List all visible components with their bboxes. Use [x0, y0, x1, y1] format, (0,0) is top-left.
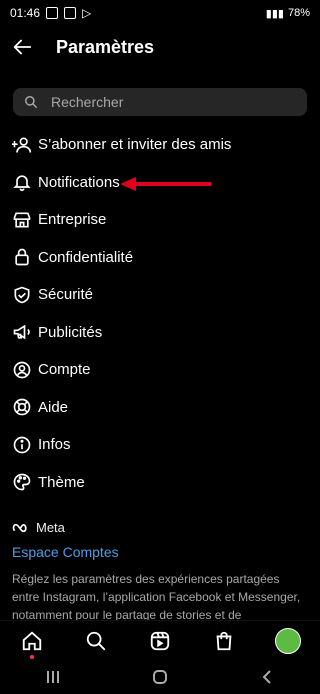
- reels-icon: [150, 631, 170, 651]
- accounts-center-description: Réglez les paramètres des expériences pa…: [12, 572, 301, 622]
- menu-item-theme[interactable]: Thème: [0, 464, 320, 502]
- menu-item-privacy[interactable]: Confidentialité: [0, 239, 320, 277]
- recent-apps-icon: [47, 671, 60, 683]
- menu-item-label: Confidentialité: [38, 248, 134, 266]
- avatar: [275, 628, 301, 654]
- search-icon: [23, 94, 39, 110]
- menu-item-security[interactable]: Sécurité: [0, 276, 320, 314]
- search-icon: [86, 631, 106, 651]
- shop-icon: [12, 210, 32, 230]
- meta-wordmark: Meta: [36, 520, 65, 535]
- notification-dot: [30, 655, 34, 659]
- play-store-icon: ▷: [82, 6, 92, 20]
- lock-icon: [12, 247, 32, 267]
- shopping-bag-icon: [216, 631, 232, 651]
- status-bar: 01:46 ▷ ▮▮▮ 78%: [0, 0, 320, 26]
- search-input[interactable]: [49, 93, 283, 111]
- account-icon: [12, 360, 32, 380]
- info-icon: [12, 435, 32, 455]
- bell-icon: [12, 172, 32, 192]
- megaphone-icon: [12, 322, 32, 342]
- battery-level: 78%: [287, 7, 310, 19]
- annotation-arrow-icon: [120, 177, 212, 191]
- gallery-notification-icon: [46, 7, 59, 19]
- chevron-left-icon: [262, 670, 271, 684]
- menu-item-label: Publicités: [38, 323, 103, 341]
- menu-item-ads[interactable]: Publicités: [0, 314, 320, 352]
- menu-item-account[interactable]: Compte: [0, 351, 320, 389]
- header: Paramètres: [0, 30, 320, 64]
- menu-item-help[interactable]: Aide: [0, 389, 320, 427]
- mail-notification-icon: [64, 7, 77, 19]
- home-circle-icon: [152, 670, 167, 684]
- meta-infinity-icon: [12, 523, 27, 532]
- menu-item-label: Notifications: [38, 173, 120, 191]
- nav-profile-button[interactable]: [272, 625, 304, 657]
- system-nav: [0, 660, 320, 694]
- bottom-nav: [0, 620, 320, 661]
- menu-item-label: Sécurité: [38, 286, 94, 304]
- home-icon: [22, 631, 42, 651]
- add-person-icon: [12, 135, 32, 155]
- meta-logo: Meta: [12, 520, 65, 535]
- menu-item-label: Aide: [38, 398, 69, 416]
- page-title: Paramètres: [56, 36, 155, 57]
- nav-reels-button[interactable]: [144, 625, 176, 657]
- menu-item-label: Infos: [38, 436, 71, 454]
- palette-icon: [12, 472, 32, 492]
- back-button[interactable]: [0, 30, 44, 64]
- menu-item-label: Thème: [38, 473, 85, 491]
- menu-item-about[interactable]: Infos: [0, 426, 320, 464]
- menu-item-label: S’abonner et inviter des amis: [38, 136, 232, 154]
- nav-home-button[interactable]: [16, 625, 48, 659]
- back-arrow-icon: [13, 39, 32, 55]
- menu-item-label: Entreprise: [38, 211, 107, 229]
- search-bar[interactable]: [13, 88, 307, 116]
- accounts-center-link[interactable]: Espace Comptes: [12, 544, 119, 560]
- nav-search-button[interactable]: [80, 625, 112, 657]
- menu-item-follow-invite[interactable]: S’abonner et inviter des amis: [0, 126, 320, 164]
- shield-icon: [12, 285, 32, 305]
- menu-item-label: Compte: [38, 361, 91, 379]
- signal-icon: ▮▮▮: [265, 7, 284, 20]
- recent-apps-button[interactable]: [33, 665, 73, 689]
- back-system-button[interactable]: [247, 665, 287, 689]
- menu-item-business[interactable]: Entreprise: [0, 201, 320, 239]
- status-time: 01:46: [10, 6, 41, 20]
- lifebuoy-icon: [12, 397, 32, 417]
- nav-shop-button[interactable]: [208, 625, 240, 657]
- home-system-button[interactable]: [140, 665, 180, 689]
